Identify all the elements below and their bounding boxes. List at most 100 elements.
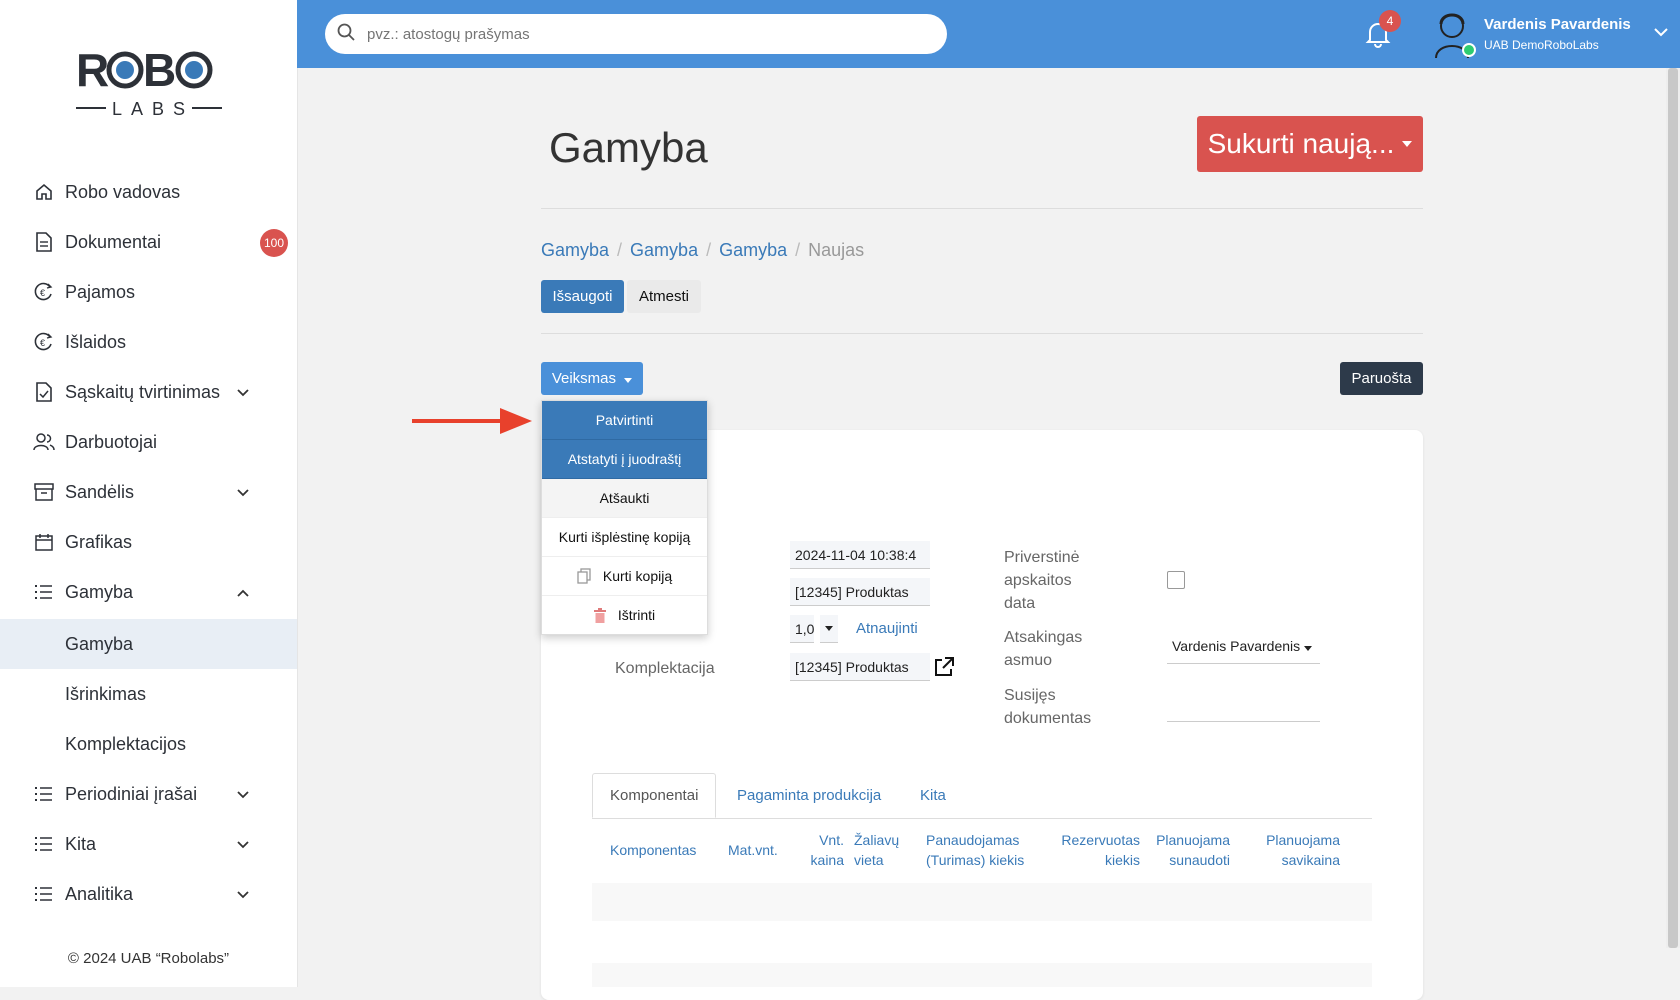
product-select[interactable]: [12345] Produktas [790,578,930,606]
responsible-value: Vardenis Pavardenis [1172,638,1301,654]
divider [541,333,1423,334]
sidebar-item-label: Gamyba [65,581,134,602]
menu-item-atstatyti-i-juodrasti[interactable]: Atstatyti į juodraštį [542,440,707,479]
page-title: Gamyba [549,124,708,171]
sidebar-item-gamyba[interactable]: Gamyba [0,567,297,617]
status-ready-button[interactable]: Paruošta [1340,362,1423,395]
chevron-down-icon[interactable] [1654,24,1668,42]
column-header-vnt-kaina[interactable]: Vnt. kaina [806,830,844,870]
company-name: UAB DemoRoboLabs [1484,38,1599,52]
users-icon [33,431,55,453]
sidebar-item-darbuotojai[interactable]: Darbuotojai [0,417,297,467]
label-line: asmuo [1004,652,1053,669]
menu-item-kurti-kopija[interactable]: Kurti kopiją [542,557,707,596]
breadcrumb-link[interactable]: Gamyba [630,240,698,261]
list-icon [33,833,55,855]
caret-down-icon [825,626,833,631]
label-line: Priverstinė [1004,549,1080,566]
sidebar-item-grafikas[interactable]: Grafikas [0,517,297,567]
header-line: Žaliavų [854,832,900,848]
header-line: Rezervuotas [1061,832,1140,848]
save-button[interactable]: Išsaugoti [541,280,624,313]
svg-text:R: R [76,44,109,96]
refresh-link[interactable]: Atnaujinti [856,620,918,637]
menu-item-kurti-isplestine-kopija[interactable]: Kurti išplėstinę kopiją [542,518,707,557]
menu-item-patvirtinti[interactable]: Patvirtinti [542,401,707,440]
external-link-icon[interactable] [933,656,955,683]
responsible-select[interactable]: Vardenis Pavardenis [1172,638,1313,654]
trash-icon [593,607,606,623]
search-input[interactable] [365,24,929,44]
sidebar-subitem-isrinkimas[interactable]: Išrinkimas [0,669,297,719]
sidebar-item-label: Grafikas [65,531,133,552]
forced-date-checkbox[interactable] [1167,571,1185,589]
sidebar-item-periodiniai-irasai[interactable]: Periodiniai įrašai [0,769,297,819]
header-line: Mat.vnt. [728,842,778,858]
sidebar-item-saskaitu-tvirtinimas[interactable]: Sąskaitų tvirtinimas [0,367,297,417]
scrollbar-thumb[interactable] [1668,68,1678,948]
list-icon [33,883,55,905]
column-header-rezervuotas[interactable]: Rezervuotas kiekis [1050,830,1140,870]
discard-button[interactable]: Atmesti [627,280,701,313]
action-dropdown-button[interactable]: Veiksmas [541,362,643,395]
archive-icon [33,481,55,503]
breadcrumb-current: Naujas [808,240,865,260]
label-line: Atsakingas [1004,629,1083,646]
column-header-planuojama-savikaina[interactable]: Planuojama savikaina [1250,830,1340,870]
robolabs-logo[interactable]: R B LABS [76,44,222,124]
column-header-planuojama-sunaudoti[interactable]: Planuojama sunaudoti [1150,830,1230,870]
tab-komponentai[interactable]: Komponentai [592,773,716,818]
action-dropdown-menu: Patvirtinti Atstatyti į juodraštį Atšauk… [541,400,708,635]
table-row [592,963,1372,987]
menu-item-atsaukti[interactable]: Atšaukti [542,479,707,518]
sidebar-item-analitika[interactable]: Analitika [0,869,297,919]
copy-icon [577,568,591,584]
income-icon: € [33,281,55,303]
document-icon [33,231,55,253]
sidebar-item-label: Kita [65,833,97,854]
sidebar-item-pajamos[interactable]: € Pajamos [0,267,297,317]
tab-kita[interactable]: Kita [920,773,946,818]
search-box[interactable] [325,14,947,54]
chevron-down-icon [237,786,251,802]
top-bar: 4 Vardenis Pavardenis UAB DemoRoboLabs [297,0,1680,68]
unit-select[interactable] [820,615,838,643]
calendar-icon [33,531,55,553]
column-header-panaudojamas[interactable]: Panaudojamas (Turimas) kiekis [926,830,1024,870]
avatar[interactable] [1432,10,1476,58]
column-header-zaliavu-vieta[interactable]: Žaliavų vieta [854,830,899,870]
sidebar-subitem-komplektacijos[interactable]: Komplektacijos [0,719,297,769]
header-line: Planuojama [1266,832,1340,848]
create-new-label: Sukurti naują... [1207,128,1395,159]
date-field[interactable]: 2024-11-04 10:38:4 [790,541,930,569]
menu-item-istrinti[interactable]: Ištrinti [542,596,707,634]
quantity-input[interactable]: 1,0 [790,615,814,643]
sidebar-subitem-gamyba[interactable]: Gamyba [0,619,297,669]
komplektacija-select[interactable]: [12345] Produktas [790,653,930,681]
breadcrumb-link[interactable]: Gamyba [719,240,787,261]
column-header-mat-vnt[interactable]: Mat.vnt. [728,840,778,860]
user-name[interactable]: Vardenis Pavardenis [1484,16,1631,33]
sidebar-item-robo-vadovas[interactable]: Robo vadovas [0,167,297,217]
menu-item-label: Kurti kopiją [602,568,673,584]
arrow-annotation-icon [412,408,532,434]
create-new-button[interactable]: Sukurti naują... [1197,116,1423,172]
responsible-label: Atsakingas asmuo [1004,626,1082,672]
tab-pagaminta-produkcija[interactable]: Pagaminta produkcija [737,773,881,818]
sidebar-item-sandelis[interactable]: Sandėlis [0,467,297,517]
header-line: sunaudoti [1169,852,1230,868]
sidebar-item-kita[interactable]: Kita [0,819,297,869]
column-header-komponentas[interactable]: Komponentas [610,840,696,860]
action-label: Veiksmas [551,370,617,387]
svg-text:€: € [40,288,45,298]
sidebar-item-label: Sandėlis [65,481,135,502]
chevron-down-icon [237,886,251,902]
sidebar-item-islaidos[interactable]: € Išlaidos [0,317,297,367]
related-document-input[interactable] [1167,721,1320,722]
sidebar-item-dokumentai[interactable]: Dokumentai 100 [0,217,297,267]
breadcrumb-separator: / [795,240,801,260]
svg-text:LABS: LABS [112,99,194,119]
sidebar-item-label: Analitika [65,883,134,904]
breadcrumb-link[interactable]: Gamyba [541,240,609,261]
svg-text:B: B [143,44,176,96]
